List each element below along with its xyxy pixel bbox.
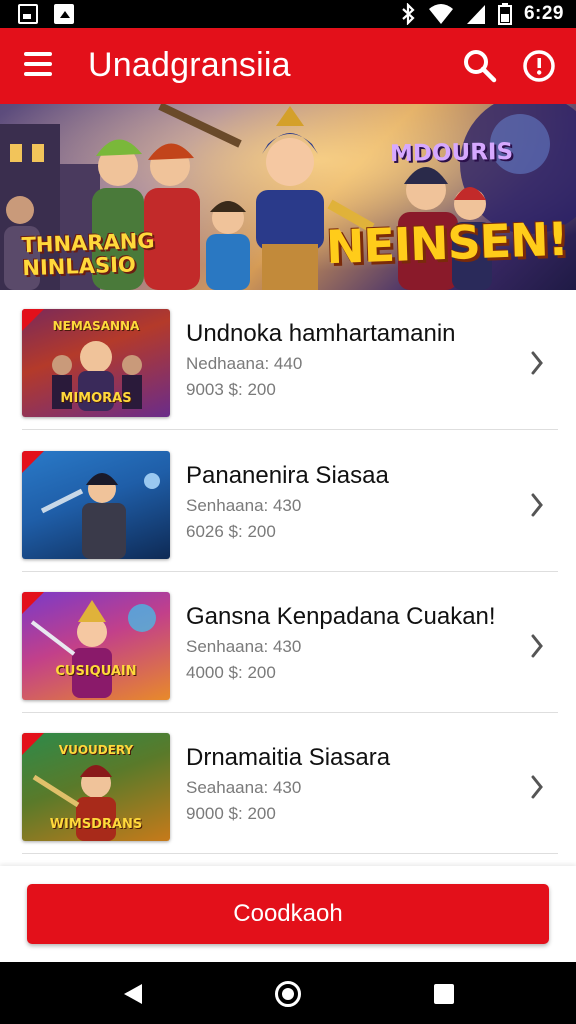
info-icon[interactable] <box>522 49 556 83</box>
chevron-right-icon <box>531 775 543 799</box>
wifi-icon <box>428 4 453 24</box>
divider <box>22 712 558 713</box>
game-price: 9003 $: 200 <box>186 380 276 399</box>
game-thumbnail-top-text: NEMASANNA <box>52 319 140 333</box>
game-thumbnail-top-text: VUOUDERY <box>58 743 134 757</box>
app-title: Unadgransiia <box>88 46 291 84</box>
game-thumbnail: NEMASANNA MIMORAS <box>22 309 170 417</box>
divider <box>22 429 558 430</box>
game-subtitle: Nedhaana: 440 <box>186 354 303 373</box>
game-subtitle: Senhaana: 430 <box>186 496 302 515</box>
list-item[interactable]: Pananenira Siasaa Senhaana: 430 6026 $: … <box>0 432 576 572</box>
game-subtitle: Seahaana: 430 <box>186 778 302 797</box>
game-title: Pananenira Siasaa <box>186 462 389 489</box>
divider <box>22 853 558 854</box>
menu-icon[interactable] <box>24 52 54 80</box>
game-thumbnail-label: WIMSDRANS <box>49 817 143 832</box>
game-price: 9000 $: 200 <box>186 804 276 823</box>
list-item[interactable]: VUOUDERY WIMSDRANS Drnamaitia Siasara Se… <box>0 714 576 854</box>
back-icon[interactable] <box>122 982 144 1006</box>
game-price: 6026 $: 200 <box>186 522 276 541</box>
game-price: 4000 $: 200 <box>186 663 276 682</box>
battery-icon <box>497 3 512 25</box>
system-nav-bar <box>0 962 576 1024</box>
gallery-icon <box>54 4 74 24</box>
game-title: Gansna Kenpadana Cuakan! <box>186 603 496 630</box>
chevron-right-icon <box>531 634 543 658</box>
banner-main-title: NEINSEN! <box>325 211 569 275</box>
status-time: 6:29 <box>523 3 564 24</box>
search-icon[interactable] <box>462 48 498 84</box>
app-bar: Unadgransiia <box>0 28 576 104</box>
recent-apps-icon[interactable] <box>434 984 454 1004</box>
primary-action-button[interactable]: Coodkaoh <box>27 884 549 944</box>
chevron-right-icon <box>531 493 543 517</box>
game-thumbnail <box>22 451 170 559</box>
bottom-action-area: Coodkaoh <box>0 866 576 962</box>
list-item[interactable]: NEMASANNA MIMORAS Undnoka hamhartamanin … <box>0 290 576 430</box>
game-subtitle: Senhaana: 430 <box>186 637 302 656</box>
bluetooth-icon <box>402 3 415 25</box>
banner-top-right-title: MDOURIS <box>389 138 514 168</box>
list-item[interactable]: CUSIQUAIN Gansna Kenpadana Cuakan! Senha… <box>0 573 576 713</box>
chevron-right-icon <box>531 351 543 375</box>
status-bar: 6:29 <box>0 0 576 28</box>
game-title: Drnamaitia Siasara <box>186 744 391 771</box>
banner-left-title-line2: NINLASIO <box>22 252 137 281</box>
game-thumbnail: CUSIQUAIN <box>22 592 170 700</box>
game-thumbnail-label: CUSIQUAIN <box>55 664 137 679</box>
game-title: Undnoka hamhartamanin <box>186 320 456 347</box>
signal-icon <box>466 5 485 24</box>
home-icon[interactable] <box>275 981 301 1007</box>
screenshot-icon <box>18 4 38 24</box>
game-thumbnail: VUOUDERY WIMSDRANS <box>22 733 170 841</box>
divider <box>22 571 558 572</box>
game-thumbnail-label: MIMORAS <box>60 391 132 406</box>
featured-banner[interactable]: THNARANG NINLASIO MDOURIS NEINSEN! <box>0 104 576 290</box>
